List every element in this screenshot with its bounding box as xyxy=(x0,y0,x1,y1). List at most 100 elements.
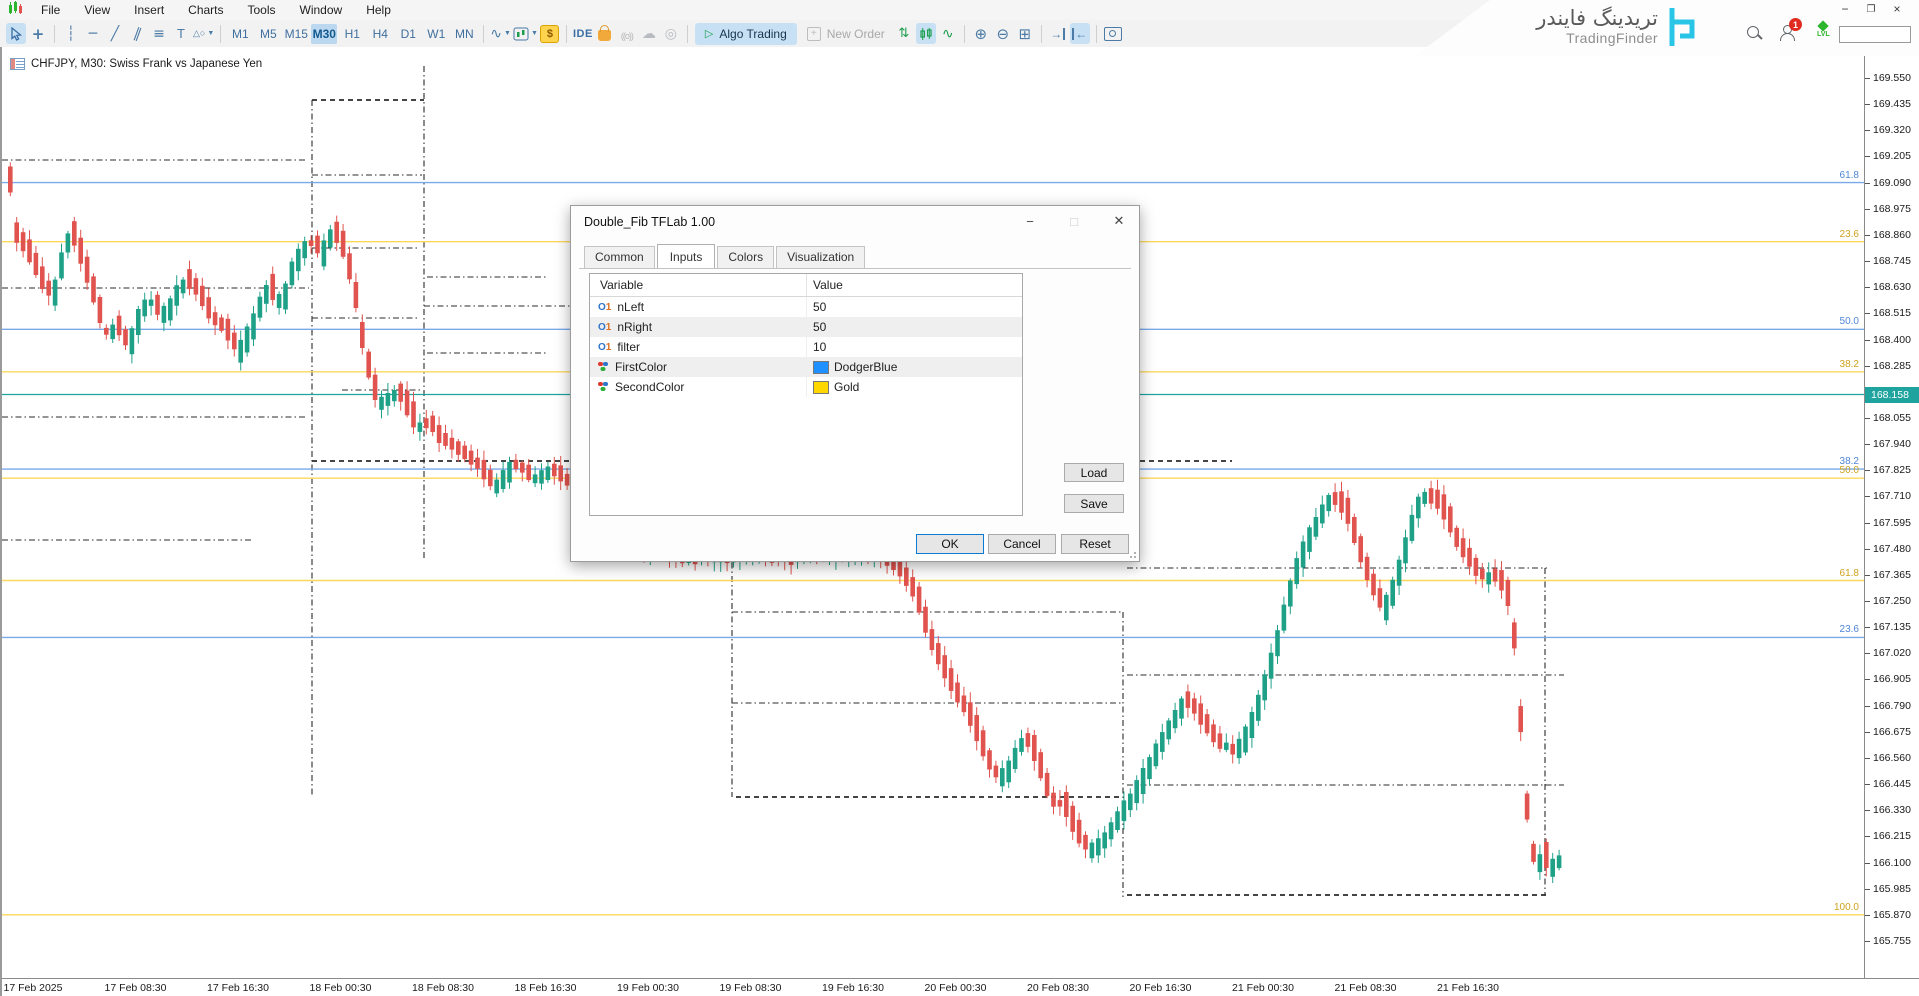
input-row-filter[interactable]: O1filter10 xyxy=(590,337,1022,357)
toolbar-separator xyxy=(54,25,55,43)
color-input-icon xyxy=(598,362,609,373)
time-tick: 19 Feb 08:30 xyxy=(720,982,782,994)
price-tick: 166.100 xyxy=(1865,857,1919,870)
line-view-button[interactable]: ∿ xyxy=(938,23,958,44)
price-tick: 167.135 xyxy=(1865,621,1919,634)
time-tick: 17 Feb 16:30 xyxy=(207,982,269,994)
price-tick: 168.630 xyxy=(1865,281,1919,294)
vertical-line-tool-button[interactable]: ┆ xyxy=(61,23,81,44)
dialog-titlebar[interactable]: Double_Fib TFLab 1.00 − □ ✕ xyxy=(571,206,1139,238)
algo-trading-button[interactable]: ▷ Algo Trading xyxy=(695,23,797,45)
price-tick: 168.745 xyxy=(1865,255,1919,268)
screenshot-button[interactable] xyxy=(1103,23,1123,44)
input-row-nleft[interactable]: O1nLeft50 xyxy=(590,297,1022,317)
broadcast-icon xyxy=(621,26,633,42)
trendline-tool-button[interactable]: ╱ xyxy=(105,23,125,44)
reset-button[interactable]: Reset xyxy=(1061,534,1129,554)
timeframe-h4[interactable]: H4 xyxy=(367,24,393,44)
chevron-down-icon: ▼ xyxy=(207,30,214,37)
currency-button[interactable] xyxy=(540,23,560,44)
menu-item-tools[interactable]: Tools xyxy=(236,1,288,19)
dialog-maximize-button[interactable]: □ xyxy=(1063,212,1085,230)
channel-tool-button[interactable]: ∥ xyxy=(127,23,147,44)
dialog-minimize-button[interactable]: − xyxy=(1019,212,1041,230)
auto-scroll-button[interactable]: ← xyxy=(1070,23,1090,44)
cloud-button[interactable]: ☁ xyxy=(639,23,659,44)
time-axis[interactable]: 17 Feb 202517 Feb 08:3017 Feb 16:3018 Fe… xyxy=(2,978,1919,996)
window-close-button[interactable]: × xyxy=(1889,2,1905,16)
chart-shift-button[interactable]: → xyxy=(1048,23,1068,44)
ide-button[interactable]: IDE xyxy=(573,23,593,44)
ok-button[interactable]: OK xyxy=(916,534,984,554)
price-axis[interactable]: 169.550169.435169.320169.205169.090168.9… xyxy=(1864,47,1919,996)
timeframe-m15[interactable]: M15 xyxy=(283,24,309,44)
timeframe-group: M1M5M15M30H1H4D1W1MN xyxy=(226,24,478,44)
time-tick: 21 Feb 16:30 xyxy=(1437,982,1499,994)
column-header-variable[interactable]: Variable xyxy=(590,274,807,296)
price-tick: 167.250 xyxy=(1865,595,1919,608)
menu-item-file[interactable]: File xyxy=(29,1,72,19)
crosshair-tool-button[interactable]: + xyxy=(28,23,48,44)
timeframe-m1[interactable]: M1 xyxy=(227,24,253,44)
menu-item-view[interactable]: View xyxy=(72,1,122,19)
load-button[interactable]: Load xyxy=(1064,463,1124,482)
menu-item-help[interactable]: Help xyxy=(354,1,403,19)
candle-view-button[interactable] xyxy=(916,23,936,44)
input-row-firstcolor[interactable]: FirstColorDodgerBlue xyxy=(590,357,1022,377)
zoom-out-button[interactable]: ⊖ xyxy=(993,23,1013,44)
timeframe-mn[interactable]: MN xyxy=(451,24,477,44)
variable-value[interactable]: 50 xyxy=(813,320,826,334)
time-tick: 18 Feb 16:30 xyxy=(515,982,577,994)
indicator-chart-button[interactable]: ▼ xyxy=(513,23,538,44)
variable-name: filter xyxy=(617,340,640,354)
timeframe-h1[interactable]: H1 xyxy=(339,24,365,44)
zoom-in-icon: ⊕ xyxy=(974,25,987,43)
timeframe-w1[interactable]: W1 xyxy=(423,24,449,44)
horizontal-line-tool-button[interactable]: ─ xyxy=(83,23,103,44)
menu-item-insert[interactable]: Insert xyxy=(122,1,176,19)
search-icon[interactable] xyxy=(1747,26,1759,38)
market-button[interactable] xyxy=(595,23,615,44)
variable-value[interactable]: 10 xyxy=(813,340,826,354)
timeframe-d1[interactable]: D1 xyxy=(395,24,421,44)
price-tick: 166.905 xyxy=(1865,673,1919,686)
cursor-tool-button[interactable] xyxy=(6,23,26,44)
new-order-button[interactable]: + New Order xyxy=(799,23,893,45)
menu-item-charts[interactable]: Charts xyxy=(176,1,235,19)
signals-button[interactable] xyxy=(617,23,637,44)
column-header-value[interactable]: Value xyxy=(807,274,1022,296)
cancel-button[interactable]: Cancel xyxy=(988,534,1056,554)
dialog-resize-grip[interactable] xyxy=(1128,550,1136,558)
dialog-tab-common[interactable]: Common xyxy=(584,246,655,268)
input-row-nright[interactable]: O1nRight50 xyxy=(590,317,1022,337)
tick-chart-button[interactable]: ⇅ xyxy=(894,23,914,44)
price-tick: 167.480 xyxy=(1865,543,1919,556)
line-chart-type-button[interactable]: ∿▼ xyxy=(490,23,511,44)
price-tick: 167.365 xyxy=(1865,569,1919,582)
input-row-secondcolor[interactable]: SecondColorGold xyxy=(590,377,1022,397)
price-tick: 165.755 xyxy=(1865,935,1919,948)
fib-level-label-gold: 61.8 xyxy=(1840,568,1859,579)
dialog-tab-colors[interactable]: Colors xyxy=(717,246,774,268)
window-restore-button[interactable]: ❐ xyxy=(1863,2,1879,16)
level-indicator[interactable]: LVL xyxy=(1817,22,1830,38)
toolbar-separator xyxy=(1041,25,1042,43)
text-tool-button[interactable]: T xyxy=(171,23,191,44)
dialog-tab-inputs[interactable]: Inputs xyxy=(657,244,716,269)
shift-left-icon: ← xyxy=(1072,28,1087,40)
dialog-close-button[interactable]: ✕ xyxy=(1108,212,1130,230)
shapes-tool-button[interactable]: △○▼ xyxy=(193,23,214,44)
fibonacci-tool-button[interactable]: ≡ xyxy=(149,23,169,44)
variable-value[interactable]: Gold xyxy=(834,380,859,394)
timeframe-m5[interactable]: M5 xyxy=(255,24,281,44)
community-button[interactable]: ◎ xyxy=(661,23,681,44)
save-button[interactable]: Save xyxy=(1064,494,1124,513)
variable-value[interactable]: DodgerBlue xyxy=(834,360,897,374)
menu-item-window[interactable]: Window xyxy=(288,1,355,19)
variable-value[interactable]: 50 xyxy=(813,300,826,314)
tile-windows-button[interactable]: ⊞ xyxy=(1015,23,1035,44)
dialog-tab-visualization[interactable]: Visualization xyxy=(776,246,865,268)
zoom-in-button[interactable]: ⊕ xyxy=(971,23,991,44)
timeframe-m30[interactable]: M30 xyxy=(311,24,337,44)
window-minimize-button[interactable]: − xyxy=(1837,2,1853,16)
